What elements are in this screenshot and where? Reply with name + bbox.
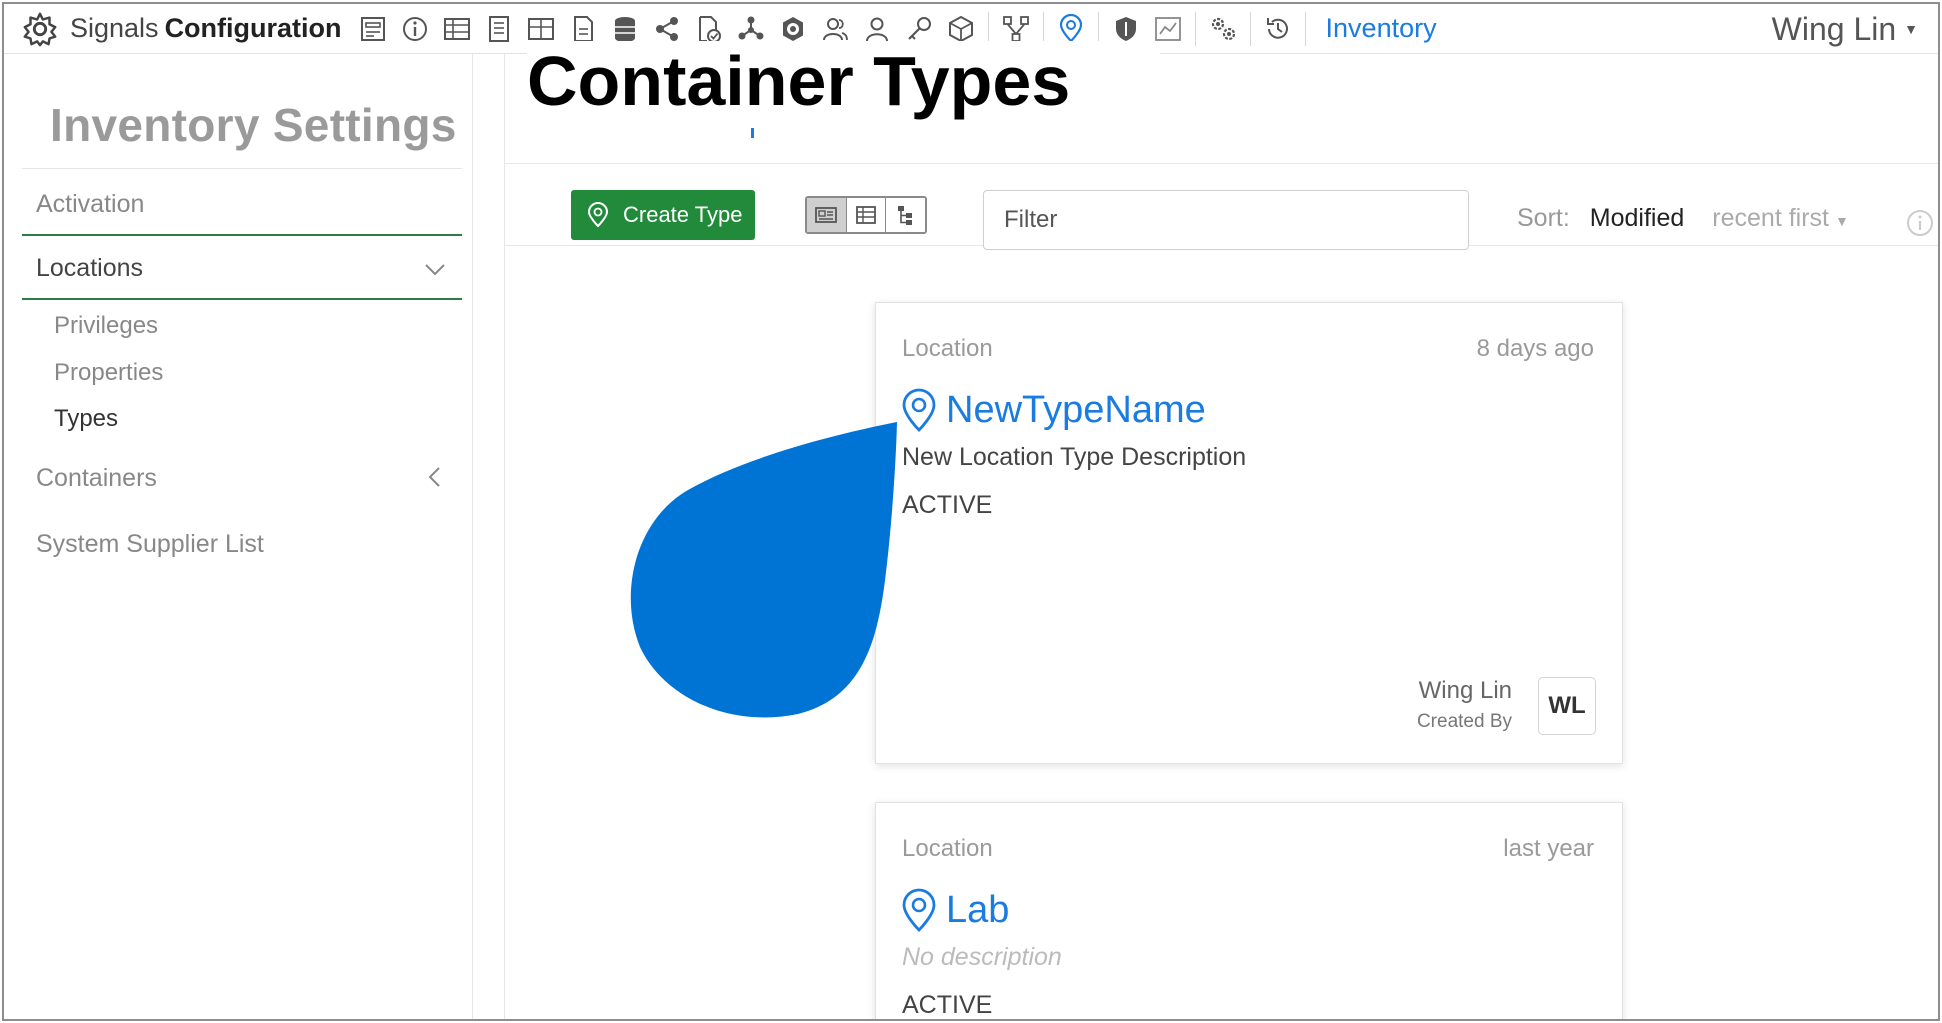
view-cards-button[interactable] bbox=[807, 198, 847, 232]
create-type-label: Create Type bbox=[623, 202, 743, 227]
brand-title: Signals Configuration bbox=[70, 13, 342, 44]
caret-down-icon: ▼ bbox=[1904, 21, 1918, 37]
user-menu[interactable]: Wing Lin ▼ bbox=[1772, 4, 1918, 54]
type-card[interactable]: Location 8 days ago NewTypeName New Loca… bbox=[875, 302, 1623, 764]
location-pin-icon bbox=[587, 202, 609, 228]
app-window: Signals Configuration Inventory Wing Lin… bbox=[2, 2, 1940, 1021]
card-description: New Location Type Description bbox=[902, 443, 1247, 471]
document-list-icon[interactable] bbox=[478, 8, 520, 50]
view-mode-toggle bbox=[805, 196, 927, 234]
sidebar-item-activation[interactable]: Activation bbox=[22, 190, 462, 219]
chevron-left-icon bbox=[428, 467, 440, 487]
settings-sidebar: Inventory Settings Activation Locations … bbox=[4, 54, 473, 1019]
content-toolbar: Create Type Sort: Modified recent first ▼ bbox=[505, 164, 1938, 250]
tree-view-icon bbox=[897, 206, 912, 225]
card-type-kind: Location bbox=[902, 835, 993, 862]
toolbar-separator bbox=[1194, 11, 1196, 46]
sort-order-label: recent first bbox=[1712, 204, 1829, 232]
brand-title-bold: Configuration bbox=[164, 13, 342, 43]
card-modified-time: last year bbox=[1503, 835, 1594, 862]
sidebar-item-locations[interactable]: Locations bbox=[22, 254, 462, 283]
brand[interactable]: Signals Configuration bbox=[4, 4, 352, 54]
sidebar-divider bbox=[22, 168, 462, 169]
table-view-icon bbox=[856, 206, 876, 224]
page-title: Container Types bbox=[527, 41, 1161, 128]
nav-link-inventory[interactable]: Inventory bbox=[1312, 13, 1451, 44]
card-type-name[interactable]: NewTypeName bbox=[946, 389, 1206, 432]
card-type-name[interactable]: Lab bbox=[946, 889, 1009, 932]
annotation-pointer-shape bbox=[630, 422, 897, 718]
sidebar-item-containers[interactable]: Containers bbox=[22, 464, 462, 493]
user-name: Wing Lin bbox=[1771, 10, 1897, 47]
sidebar-section-divider bbox=[22, 234, 462, 236]
creator-label: Created By bbox=[1416, 711, 1512, 732]
sidebar-item-label: Locations bbox=[36, 254, 144, 282]
card-description: No description bbox=[902, 943, 1062, 971]
card-type-kind: Location bbox=[902, 335, 993, 362]
creator-name: Wing Lin bbox=[1418, 677, 1512, 704]
toolbar-separator bbox=[1249, 11, 1251, 46]
form-icon[interactable] bbox=[352, 8, 394, 50]
table-icon[interactable] bbox=[436, 8, 478, 50]
sort-label: Sort: bbox=[1517, 204, 1570, 232]
sidebar-title: Inventory Settings bbox=[50, 99, 457, 151]
card-creator: Wing Lin Created By bbox=[1417, 677, 1512, 733]
brand-title-light: Signals bbox=[70, 13, 159, 43]
view-table-button[interactable] bbox=[846, 198, 887, 232]
gears-icon[interactable] bbox=[1202, 8, 1244, 50]
card-view-icon bbox=[815, 207, 838, 223]
caret-down-icon: ▼ bbox=[1835, 213, 1849, 229]
card-modified-time: 8 days ago bbox=[1476, 335, 1594, 362]
page-header: Container Types bbox=[505, 41, 1938, 164]
sidebar-item-system-supplier-list[interactable]: System Supplier List bbox=[22, 530, 462, 559]
history-icon[interactable] bbox=[1257, 8, 1299, 50]
type-card[interactable]: Location last year Lab No description AC… bbox=[875, 802, 1623, 1019]
card-title-row[interactable]: Lab bbox=[900, 887, 1009, 933]
view-tree-button[interactable] bbox=[886, 198, 925, 232]
sidebar-subitem-privileges[interactable]: Privileges bbox=[54, 312, 158, 340]
info-icon[interactable] bbox=[1905, 208, 1935, 238]
card-status: ACTIVE bbox=[902, 991, 993, 1019]
create-type-button[interactable]: Create Type bbox=[571, 190, 755, 240]
sort-control: Sort: Modified recent first ▼ bbox=[1517, 204, 1849, 233]
location-pin-icon bbox=[902, 888, 936, 932]
sort-field-select[interactable]: Modified bbox=[1590, 204, 1685, 233]
sidebar-subitem-types[interactable]: Types bbox=[54, 405, 118, 433]
sidebar-section-divider bbox=[22, 298, 462, 300]
info-icon[interactable] bbox=[394, 8, 436, 50]
chevron-down-icon bbox=[425, 264, 445, 276]
card-title-row[interactable]: NewTypeName bbox=[900, 387, 1206, 433]
sort-order-select[interactable]: recent first ▼ bbox=[1712, 204, 1849, 233]
sidebar-subitem-properties[interactable]: Properties bbox=[54, 359, 163, 387]
gear-logo-icon bbox=[20, 9, 60, 49]
filter-input[interactable] bbox=[983, 190, 1469, 250]
toolbar-separator bbox=[1304, 11, 1306, 46]
sidebar-item-label: Containers bbox=[36, 464, 157, 492]
avatar: WL bbox=[1538, 677, 1596, 735]
